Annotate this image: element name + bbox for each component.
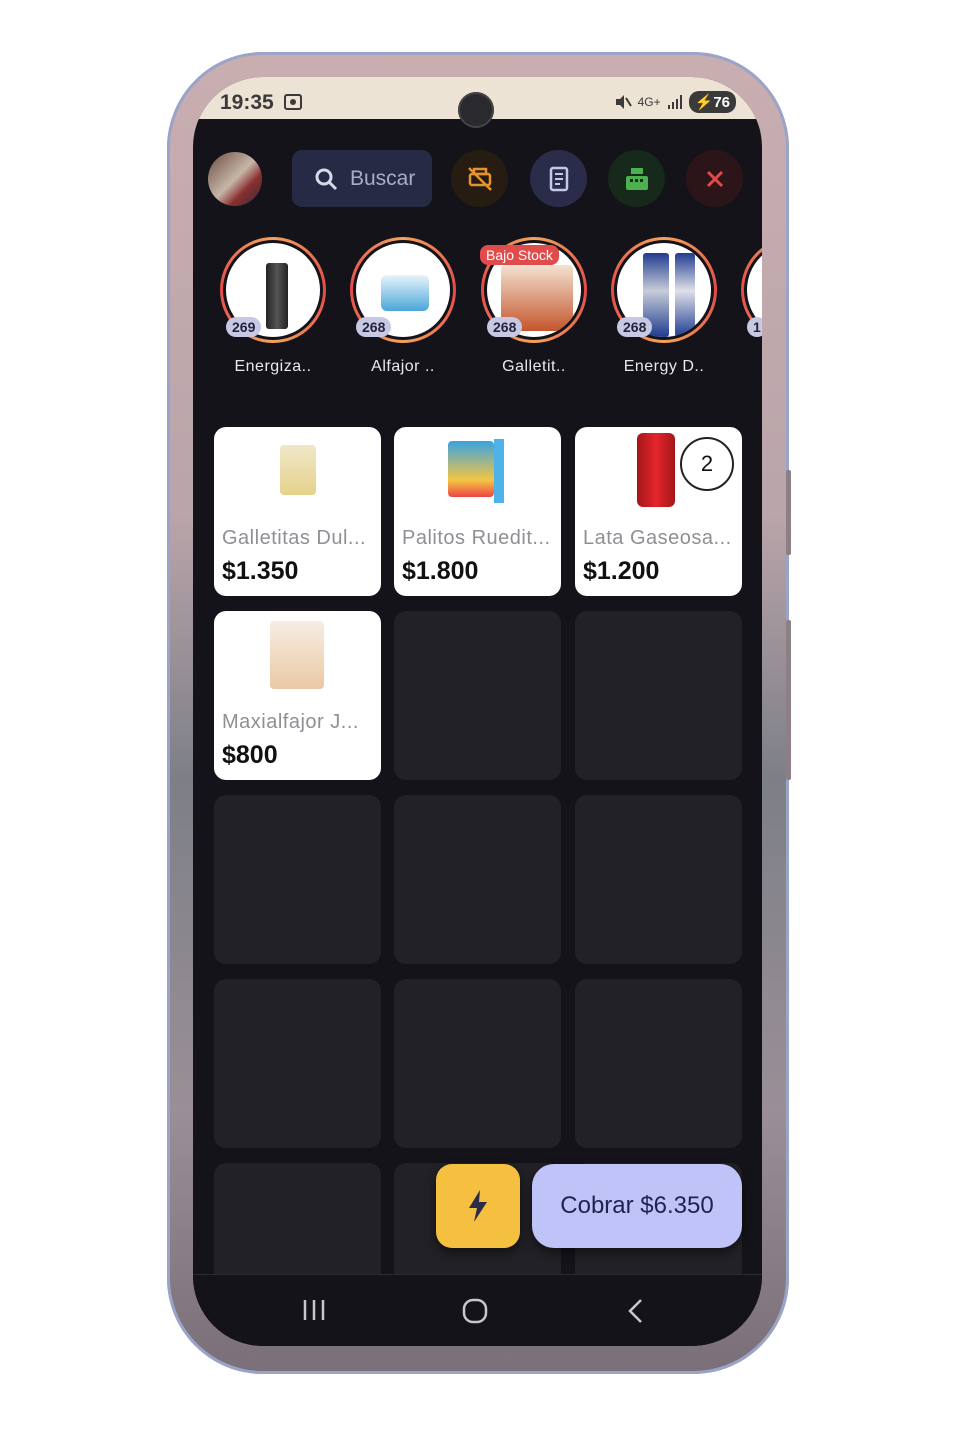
product-card[interactable]: Palitos Ruedit... $1.800	[394, 427, 561, 596]
receipt-icon	[549, 166, 568, 191]
story-item[interactable]: 1 C	[738, 237, 762, 376]
empty-slot	[394, 795, 561, 964]
search-placeholder: Buscar	[350, 166, 416, 190]
product-image	[637, 433, 675, 507]
signal-icon	[667, 95, 682, 109]
home-icon[interactable]	[461, 1297, 489, 1325]
top-products-carousel: 269 Energiza.. 268 Alfajor .. Bajo Stock…	[193, 237, 762, 397]
system-nav-bar	[193, 1274, 762, 1346]
battery-value: 76	[713, 94, 730, 111]
product-card[interactable]: Galletitas Dul... $1.350	[214, 427, 381, 596]
low-stock-badge: Bajo Stock	[480, 245, 559, 265]
product-price: $1.800	[402, 557, 479, 585]
bolt-icon	[469, 1190, 487, 1222]
product-image-detail	[494, 439, 504, 503]
story-count: 268	[487, 317, 523, 337]
screenshot-icon	[284, 94, 302, 110]
close-icon	[706, 170, 723, 187]
story-label: C	[738, 358, 762, 376]
product-card[interactable]: 2 Lata Gaseosa... $1.200	[575, 427, 742, 596]
battery-level: ⚡76	[688, 91, 736, 113]
status-time: 19:35	[220, 91, 274, 114]
story-count: 1	[747, 317, 762, 337]
close-button[interactable]	[686, 150, 743, 207]
story-ring: 268	[350, 237, 456, 343]
story-label: Energy D..	[623, 358, 705, 375]
cash-register-icon	[625, 167, 648, 190]
story-label: Energiza..	[234, 358, 312, 375]
empty-slot	[214, 795, 381, 964]
cash-register-button[interactable]	[608, 150, 665, 207]
empty-slot	[575, 979, 742, 1148]
story-count: 268	[617, 317, 653, 337]
story-item[interactable]: 268 Alfajor ..	[347, 237, 459, 376]
product-name: Maxialfajor J...	[222, 711, 359, 733]
empty-slot	[575, 795, 742, 964]
product-image	[448, 441, 494, 497]
empty-slot	[394, 611, 561, 780]
product-price: $1.350	[222, 557, 299, 585]
avatar[interactable]	[208, 152, 262, 206]
receipt-button[interactable]	[530, 150, 587, 207]
search-input[interactable]: Buscar	[292, 150, 432, 207]
story-count: 268	[356, 317, 392, 337]
story-item[interactable]: 268 Energy D..	[608, 237, 720, 376]
front-camera	[458, 92, 494, 128]
status-icons: 4G+ ⚡76	[614, 91, 736, 113]
story-ring: 269	[220, 237, 326, 343]
recents-icon[interactable]	[301, 1297, 327, 1323]
product-name: Lata Gaseosa...	[583, 527, 732, 549]
product-image	[270, 621, 324, 689]
product-card[interactable]: Maxialfajor J... $800	[214, 611, 381, 780]
story-ring: 1	[741, 237, 762, 343]
empty-slot	[575, 611, 742, 780]
product-image	[280, 445, 316, 495]
product-name: Galletitas Dul...	[222, 527, 367, 549]
back-icon[interactable]	[625, 1297, 645, 1325]
story-ring: 268	[611, 237, 717, 343]
empty-slot	[394, 979, 561, 1148]
power-button	[786, 620, 791, 780]
no-print-icon	[467, 166, 492, 191]
network-type: 4G+	[637, 95, 661, 109]
story-item[interactable]: 269 Energiza..	[217, 237, 329, 376]
app-screen: 19:35 4G+ ⚡76 Buscar 269 Energiza.. 268 …	[193, 77, 762, 1346]
product-name: Palitos Ruedit...	[402, 527, 551, 549]
search-icon	[315, 168, 338, 190]
volume-button	[786, 470, 791, 555]
story-count: 269	[226, 317, 262, 337]
empty-slot	[214, 979, 381, 1148]
quantity-badge: 2	[680, 437, 734, 491]
charge-button[interactable]: Cobrar $6.350	[532, 1164, 742, 1248]
story-label: Galletit..	[502, 358, 566, 375]
story-item[interactable]: Bajo Stock 268 Galletit..	[478, 237, 590, 376]
product-price: $800	[222, 741, 278, 769]
story-label: Alfajor ..	[371, 358, 435, 375]
mute-icon	[615, 95, 632, 109]
product-price: $1.200	[583, 557, 660, 585]
no-print-button[interactable]	[451, 150, 508, 207]
quick-sale-button[interactable]	[436, 1164, 520, 1248]
